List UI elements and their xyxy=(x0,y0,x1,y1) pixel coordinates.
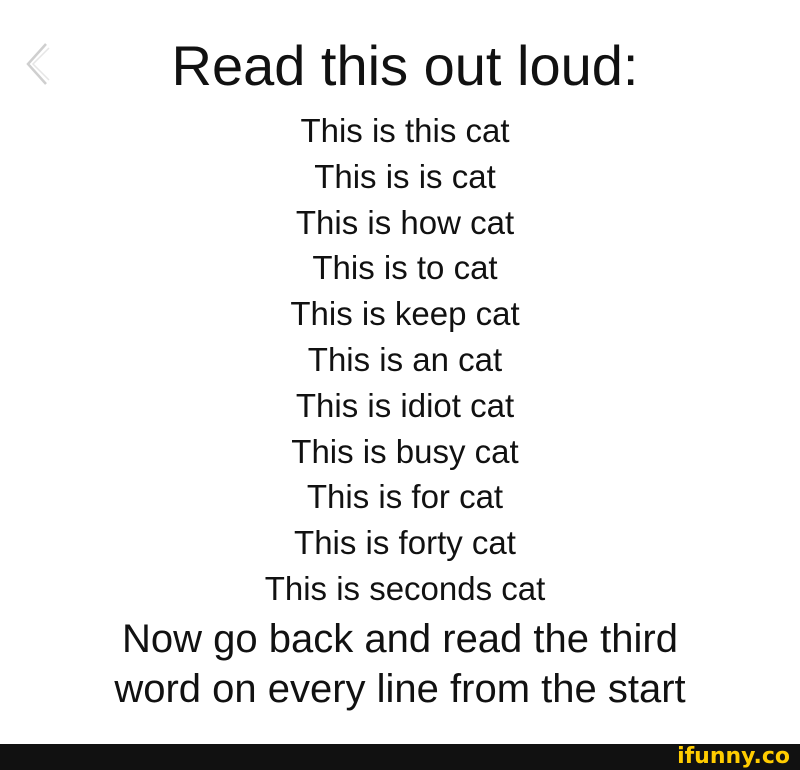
watermark-logo: ifunny.co xyxy=(677,744,790,769)
list-item: This is this cat xyxy=(300,112,510,149)
list-item: This is how cat xyxy=(295,203,515,241)
cat-lines-list: This is this cat This is is cat This is … xyxy=(0,108,800,612)
list-item: This is is cat xyxy=(314,157,496,195)
list-item: This is keep cat xyxy=(290,295,520,333)
page-title: Read this out loud: xyxy=(171,34,639,97)
instruction-text: Now go back and read the third word on e… xyxy=(0,614,800,714)
list-item: This is to cat xyxy=(312,249,498,287)
footer-bar: ifunny.co xyxy=(0,744,800,770)
list-item: This is busy cat xyxy=(291,432,519,470)
list-item: This is for cat xyxy=(306,478,504,516)
instruction-line-1: Now go back and read the third xyxy=(122,617,678,661)
list-item: This is seconds cat xyxy=(264,569,546,607)
list-item: This is forty cat xyxy=(294,524,516,562)
list-item: This is idiot cat xyxy=(295,386,515,424)
instruction-line-2: word on every line from the start xyxy=(114,667,686,711)
list-item: This is an cat xyxy=(307,340,503,378)
